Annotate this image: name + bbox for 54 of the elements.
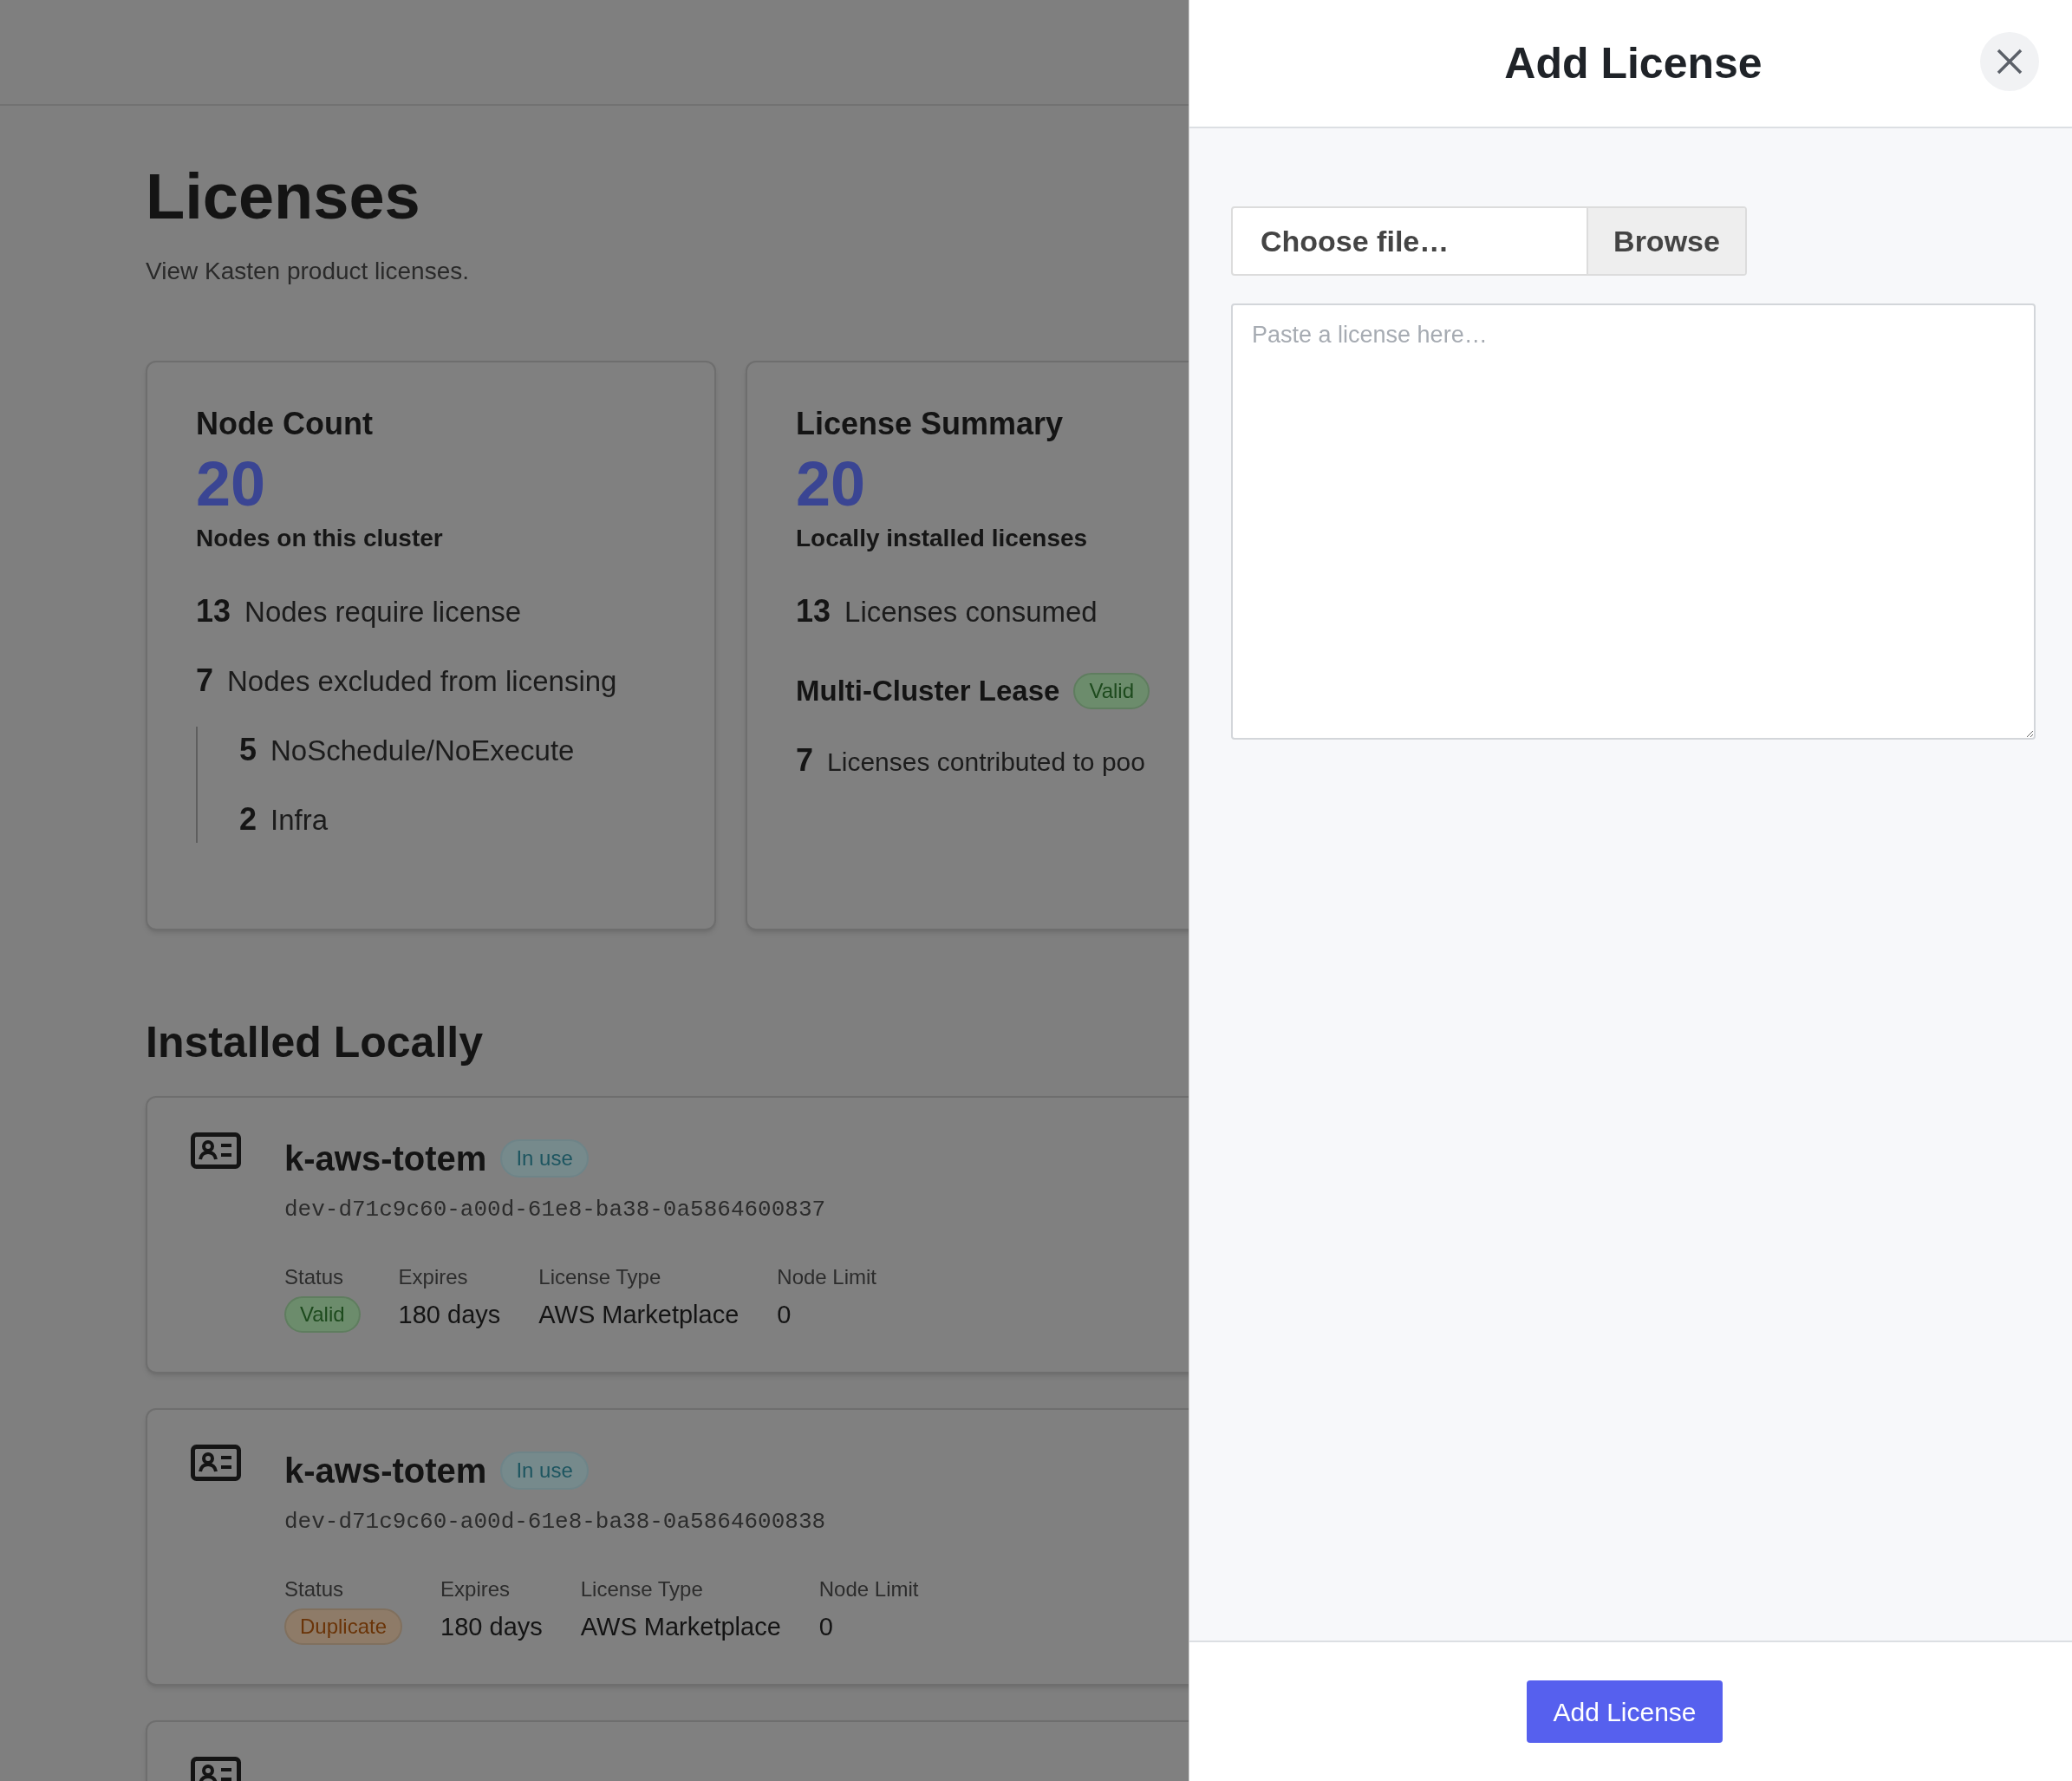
field-value: 180 days [440,1612,543,1642]
count-number: 2 [239,800,257,838]
field-label: Node Limit [777,1264,876,1290]
page-subtitle: View Kasten product licenses. [146,257,471,286]
caption: Locally installed licenses [796,524,1089,553]
count-label: Infra [270,803,329,838]
panel-title: Add License [1504,37,1763,89]
field-label: License Type [580,1576,704,1602]
card-title: License Summary [796,405,1065,443]
field-label: Status [284,1576,344,1602]
field-label: Node Limit [818,1576,919,1602]
field-value: AWS Marketplace [580,1612,781,1642]
file-input[interactable]: Choose file… Browse [1231,206,1747,276]
license-name: k-aws-totem [284,1138,487,1179]
status-badge: Duplicate [284,1608,403,1645]
id-card-icon [191,1132,241,1169]
browse-button[interactable]: Browse [1587,208,1745,274]
count-number: 7 [796,740,814,780]
count-number: 7 [196,662,214,700]
field-value: 180 days [398,1300,501,1330]
big-number: 20 [196,448,267,520]
license-text-area[interactable]: Paste a license here… [1231,303,2036,740]
close-icon [1996,48,2023,75]
field-label: Expires [440,1576,511,1602]
big-number: 20 [796,448,867,520]
count-label: Nodes require license [244,595,522,630]
field-label: Status [284,1264,344,1290]
field-label: Expires [398,1264,469,1290]
count-label: Licenses consumed [844,595,1098,630]
count-label: Nodes excluded from licensing [227,664,617,699]
field-value: 0 [818,1612,834,1642]
status-badge: Valid [1073,672,1150,709]
id-card-icon [191,1445,241,1481]
in-use-badge: In use [500,1139,589,1178]
file-placeholder: Choose file… [1260,223,1450,259]
field-value: 0 [777,1300,792,1330]
count-number: 5 [239,731,257,769]
page-title: Licenses [146,160,421,234]
license-id: dev-d71c9c60-a00d-61e8-ba38-0a5864600838 [284,1508,827,1536]
count-label: NoSchedule/NoExecute [270,734,575,768]
license-name: k-aws-totem [284,1451,487,1491]
section-heading: Installed Locally [146,1017,484,1068]
in-use-badge: In use [500,1452,589,1490]
count-label: Licenses contributed to poo [827,746,1145,778]
caption: Nodes on this cluster [196,524,444,553]
count-number: 13 [196,592,231,630]
add-license-button[interactable]: Add License [1527,1680,1723,1743]
card-title: Node Count [196,405,374,443]
status-badge: Valid [284,1296,361,1333]
field-value: AWS Marketplace [538,1300,740,1330]
field-label: License Type [538,1264,662,1290]
lease-label: Multi-Cluster Lease [796,674,1060,708]
count-number: 13 [796,592,831,630]
license-id: dev-d71c9c60-a00d-61e8-ba38-0a5864600837 [284,1196,827,1224]
